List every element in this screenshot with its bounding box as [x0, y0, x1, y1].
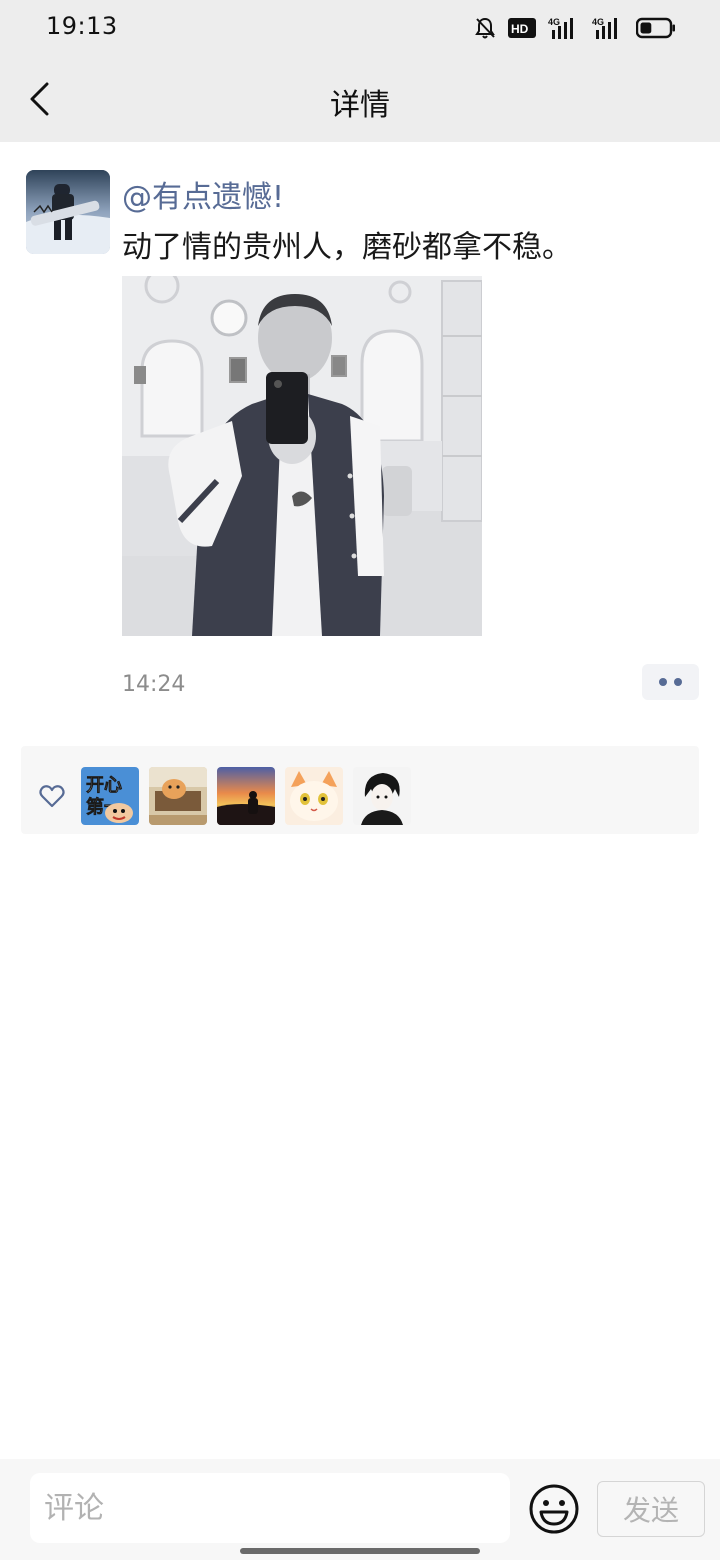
author-username[interactable]: @有点遗憾! — [122, 172, 284, 216]
home-indicator[interactable] — [240, 1548, 480, 1554]
hd-label: HD — [511, 22, 529, 36]
author-avatar[interactable] — [26, 170, 110, 254]
more-dots-icon — [659, 678, 667, 686]
post-time: 14:24 — [122, 672, 186, 697]
liker-avatar-caption: 开心 — [86, 775, 122, 796]
hd-icon: HD — [508, 18, 536, 38]
liker-avatars: 开心 第一 — [81, 767, 411, 825]
post-photo-image — [122, 276, 482, 636]
heart-outline-icon — [39, 785, 65, 808]
avatar-image — [26, 170, 110, 254]
signal-4g-icon: 4G — [548, 17, 573, 39]
post-photo[interactable] — [122, 276, 482, 636]
liker-avatar[interactable] — [217, 767, 275, 825]
liker-avatar[interactable]: 开心 第一 — [81, 767, 139, 825]
liker-avatar[interactable] — [149, 767, 207, 825]
status-icons: HD 4G 4G — [474, 14, 676, 42]
network-label: 4G — [548, 17, 560, 27]
liker-avatar[interactable] — [285, 767, 343, 825]
status-bar: 19:13 HD 4G 4G — [0, 0, 720, 56]
liker-avatar-image — [217, 767, 275, 825]
send-button[interactable]: 发送 — [597, 1481, 705, 1537]
liker-avatar-image — [285, 767, 343, 825]
signal-4g-icon: 4G — [592, 17, 617, 39]
page-title: 详情 — [330, 88, 390, 123]
more-actions-button[interactable] — [642, 664, 699, 700]
comment-bar: 发送 — [0, 1459, 720, 1560]
post-text: 动了情的贵州人，磨砂都拿不稳。 — [122, 230, 572, 265]
comment-input[interactable] — [30, 1473, 510, 1543]
mute-bell-icon — [475, 17, 495, 39]
status-time: 19:13 — [46, 12, 118, 40]
smiley-icon[interactable] — [528, 1483, 580, 1535]
liker-avatar[interactable] — [353, 767, 411, 825]
battery-icon — [636, 17, 675, 39]
network-label: 4G — [592, 17, 604, 27]
nav-bar: 详情 — [0, 56, 720, 142]
liker-avatar-image — [149, 767, 207, 825]
likes-panel: 开心 第一 — [21, 746, 699, 834]
liker-avatar-image — [353, 767, 411, 825]
more-dots-icon — [674, 678, 682, 686]
liker-avatar-image: 开心 第一 — [81, 767, 139, 825]
